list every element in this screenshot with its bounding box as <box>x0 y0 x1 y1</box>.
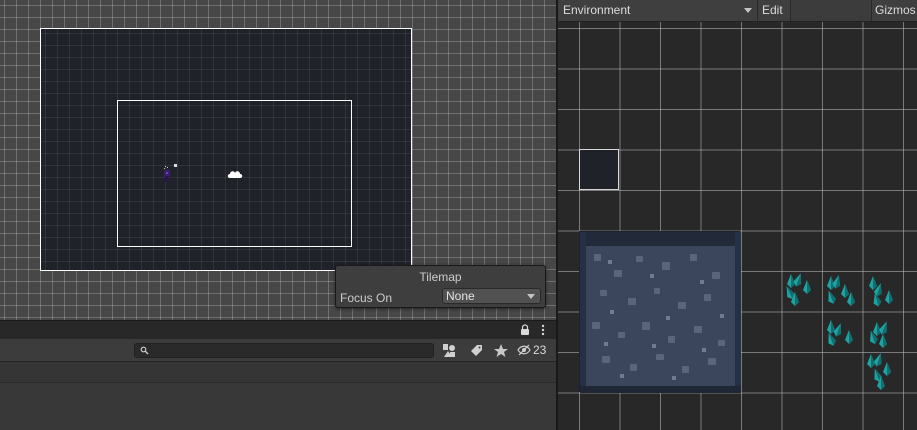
search-input[interactable] <box>134 343 434 358</box>
chevron-down-icon <box>527 294 535 299</box>
scene-view[interactable]: Tilemap Focus On None <box>0 0 556 320</box>
gizmos-button[interactable]: Gizmos <box>871 0 917 21</box>
edit-button[interactable]: Edit <box>758 0 791 21</box>
lock-icon[interactable] <box>520 324 530 336</box>
hidden-eye-icon <box>517 344 531 356</box>
overlay-title: Tilemap <box>419 270 462 284</box>
hierarchy-toolbar: 23 <box>0 339 556 362</box>
label-icon[interactable] <box>466 342 486 359</box>
star-icon[interactable] <box>491 342 511 359</box>
scene-visibility-icon[interactable] <box>439 342 459 359</box>
hierarchy-list-row[interactable] <box>0 362 556 383</box>
panel-tab-bar <box>0 320 556 339</box>
focus-on-value: None <box>446 289 475 303</box>
player-sprite-icon[interactable] <box>160 163 178 185</box>
hidden-objects-toggle[interactable]: 23 <box>517 341 546 359</box>
empty-tile[interactable] <box>579 149 619 190</box>
chevron-down-icon <box>744 8 752 13</box>
hidden-count-label: 23 <box>533 343 547 357</box>
focus-on-label: Focus On <box>340 291 393 305</box>
palette-dropdown[interactable]: Environment <box>558 0 758 21</box>
cloud-icon[interactable] <box>226 167 244 181</box>
tilemap-overlay-panel: Tilemap Focus On None <box>335 265 546 308</box>
palette-toolbar: Environment Edit Gizmos <box>558 0 917 22</box>
search-icon <box>140 346 149 355</box>
palette-name: Environment <box>563 3 631 17</box>
kebab-menu-icon[interactable] <box>540 324 546 336</box>
crystal-tile-icon[interactable] <box>781 270 901 392</box>
tile-palette-panel: Environment Edit Gizmos <box>558 0 917 430</box>
hierarchy-panel: 23 <box>0 320 556 430</box>
stone-tile-icon[interactable] <box>579 231 741 393</box>
focus-on-dropdown[interactable]: None <box>442 288 541 304</box>
